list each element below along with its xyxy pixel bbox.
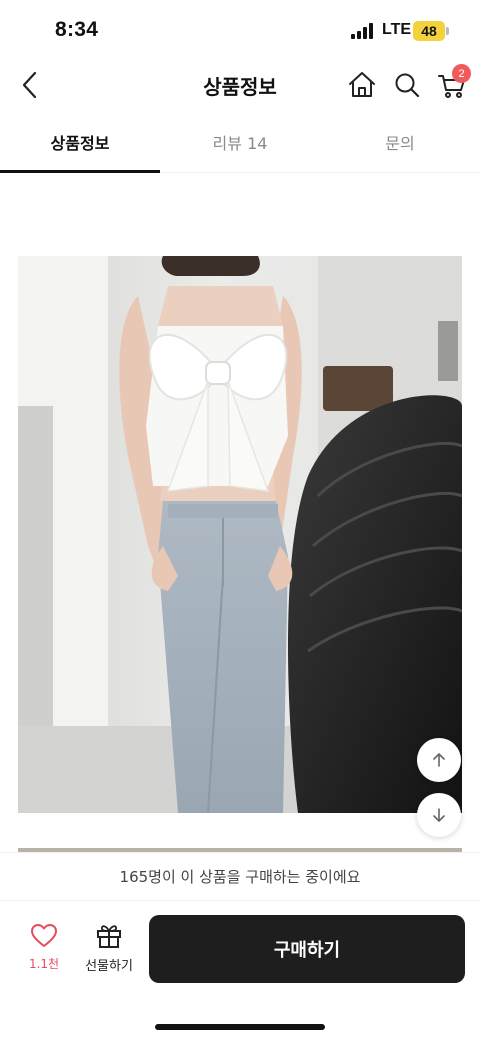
buy-button[interactable]: 구매하기 (149, 915, 465, 983)
home-icon (349, 72, 375, 97)
scroll-down-button[interactable] (417, 793, 461, 837)
gift-icon (97, 925, 121, 948)
battery-level: 48 (421, 23, 437, 39)
header: 상품정보 (0, 60, 480, 110)
scroll-up-button[interactable] (417, 738, 461, 782)
search-icon (395, 73, 420, 98)
battery-tip (446, 27, 449, 35)
tab-bar: 상품정보 리뷰 14 문의 (0, 112, 480, 173)
back-button[interactable] (16, 68, 46, 102)
gift-label: 선물하기 (85, 959, 133, 974)
cart-badge: 2 (452, 64, 471, 83)
heart-icon (31, 924, 57, 947)
purchase-notice: 165명이 이 상품을 구매하는 중이에요 (0, 852, 480, 900)
battery-icon: 48 (413, 21, 445, 41)
network-type: LTE (382, 21, 412, 38)
search-button[interactable] (392, 69, 422, 101)
status-bar: 8:34 LTE 48 (0, 0, 480, 60)
product-photo-illustration (18, 256, 462, 813)
bottom-action-bar: 1.1천 선물하기 구매하기 (0, 900, 480, 1039)
like-count: 1.1천 (28, 957, 60, 971)
arrow-up-icon (433, 753, 445, 767)
signal-icon (351, 23, 375, 39)
status-time: 8:34 (55, 18, 99, 41)
tab-inquiry[interactable]: 문의 (320, 112, 480, 172)
arrow-down-icon (433, 808, 445, 822)
home-button[interactable] (346, 69, 378, 101)
chevron-left-icon (22, 71, 37, 99)
like-button[interactable]: 1.1천 (20, 923, 68, 973)
tab-product-info[interactable]: 상품정보 (0, 112, 160, 173)
tab-reviews[interactable]: 리뷰 14 (160, 112, 320, 172)
gift-button[interactable]: 선물하기 (80, 923, 138, 974)
home-indicator (155, 1024, 325, 1030)
product-image (18, 256, 462, 813)
